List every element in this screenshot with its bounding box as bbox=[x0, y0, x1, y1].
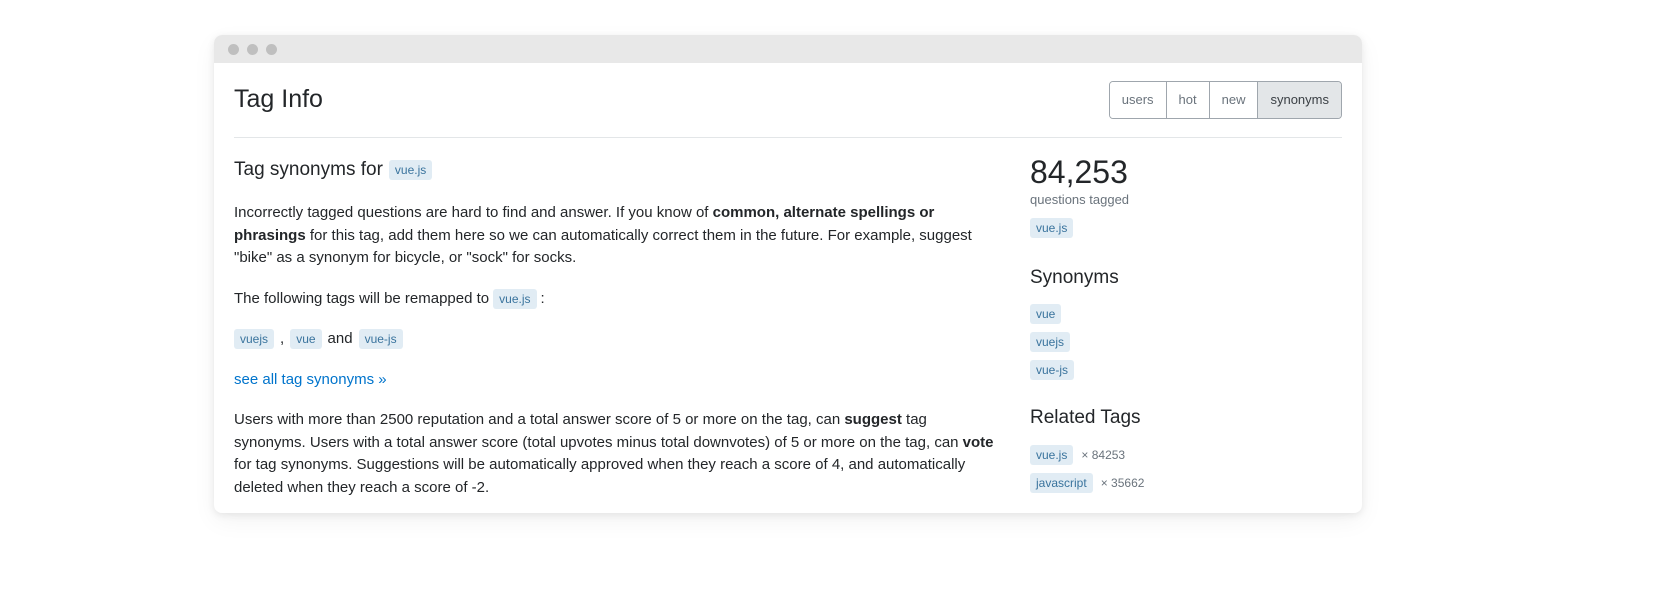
tab-group: users hot new synonyms bbox=[1109, 81, 1342, 119]
tab-hot[interactable]: hot bbox=[1167, 82, 1210, 118]
subheader: Tag synonyms for vue.js bbox=[234, 156, 1002, 185]
synonym-chip-vue-js[interactable]: vue-js bbox=[1030, 360, 1074, 380]
tab-users[interactable]: users bbox=[1110, 82, 1167, 118]
synonyms-section-title: Synonyms bbox=[1030, 264, 1342, 293]
page-header: Tag Info users hot new synonyms bbox=[234, 81, 1342, 138]
intro-text-1: Incorrectly tagged questions are hard to… bbox=[234, 204, 713, 221]
and-sep: and bbox=[328, 328, 353, 351]
main-content: Tag synonyms for vue.js Incorrectly tagg… bbox=[234, 156, 1002, 514]
bottom-text-3: for tag synonyms. Suggestions will be au… bbox=[234, 456, 965, 496]
related-row: javascript × 35662 bbox=[1030, 473, 1144, 493]
synonym-chip-vue[interactable]: vue bbox=[1030, 304, 1061, 324]
tab-synonyms[interactable]: synonyms bbox=[1258, 82, 1341, 118]
remap-text: The following tags will be remapped to bbox=[234, 288, 489, 311]
question-count: 84,253 bbox=[1030, 156, 1342, 188]
remap-target-tag-chip[interactable]: vue.js bbox=[493, 289, 536, 309]
bottom-bold-vote: vote bbox=[963, 434, 994, 451]
related-tag-chip[interactable]: vue.js bbox=[1030, 445, 1073, 465]
window-titlebar bbox=[214, 35, 1362, 63]
question-count-label: questions tagged bbox=[1030, 190, 1342, 210]
related-tags-list: vue.js × 84253 javascript × 35662 bbox=[1030, 445, 1342, 493]
count-tag-chip[interactable]: vue.js bbox=[1030, 218, 1073, 238]
bottom-text-1: Users with more than 2500 reputation and… bbox=[234, 411, 844, 428]
remap-chip-vue[interactable]: vue bbox=[290, 329, 321, 349]
synonyms-list: vue vuejs vue-js bbox=[1030, 304, 1342, 380]
remap-line: The following tags will be remapped to v… bbox=[234, 288, 1002, 311]
remap-chips-line: vuejs , vue and vue-js bbox=[234, 328, 1002, 351]
window-close-dot[interactable] bbox=[228, 44, 239, 55]
bottom-bold-suggest: suggest bbox=[844, 411, 902, 428]
intro-paragraph: Incorrectly tagged questions are hard to… bbox=[234, 202, 1002, 270]
remap-colon: : bbox=[541, 288, 545, 311]
page-title: Tag Info bbox=[234, 81, 323, 119]
remap-chip-vuejs[interactable]: vuejs bbox=[234, 329, 274, 349]
synonym-chip-vuejs[interactable]: vuejs bbox=[1030, 332, 1070, 352]
subject-tag-chip[interactable]: vue.js bbox=[389, 160, 432, 180]
window-maximize-dot[interactable] bbox=[266, 44, 277, 55]
remap-chip-vue-js[interactable]: vue-js bbox=[359, 329, 403, 349]
sidebar: 84,253 questions tagged vue.js Synonyms … bbox=[1030, 156, 1342, 514]
intro-text-2: for this tag, add them here so we can au… bbox=[234, 227, 972, 267]
related-tag-count: × 84253 bbox=[1081, 446, 1125, 464]
tab-new[interactable]: new bbox=[1210, 82, 1259, 118]
app-window: Tag Info users hot new synonyms Tag syno… bbox=[214, 35, 1362, 513]
bottom-paragraph: Users with more than 2500 reputation and… bbox=[234, 409, 1002, 499]
related-tag-count: × 35662 bbox=[1101, 474, 1145, 492]
subheader-text: Tag synonyms for bbox=[234, 156, 383, 185]
see-all-synonyms-link[interactable]: see all tag synonyms » bbox=[234, 371, 387, 388]
related-tag-chip[interactable]: javascript bbox=[1030, 473, 1093, 493]
related-tags-section-title: Related Tags bbox=[1030, 404, 1342, 433]
comma-sep: , bbox=[280, 328, 284, 351]
window-minimize-dot[interactable] bbox=[247, 44, 258, 55]
related-row: vue.js × 84253 bbox=[1030, 445, 1125, 465]
